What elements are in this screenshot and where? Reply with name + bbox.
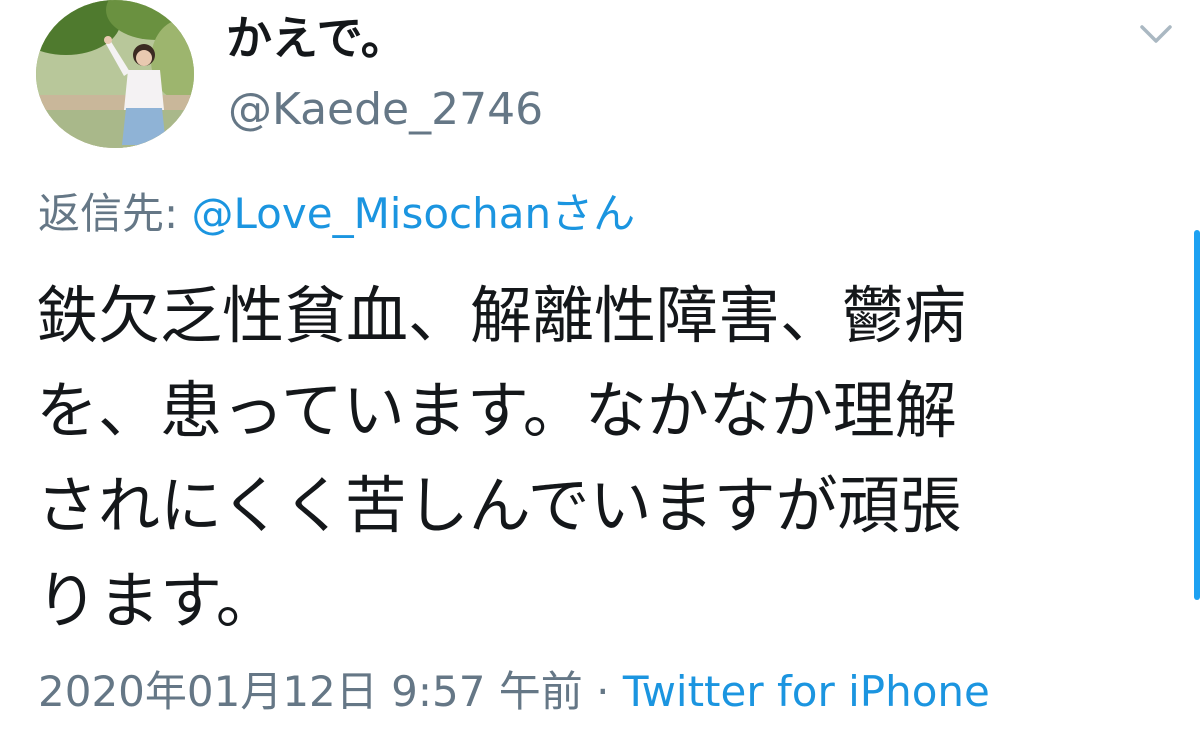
tweet-meta: 2020年01月12日 9:57 午前 · Twitter for iPhone: [38, 664, 990, 720]
avatar[interactable]: [36, 0, 194, 148]
tweet-text: 鉄欠乏性貧血、解離性障害、鬱病 を、患っています。なかなか理解 されにくく苦しん…: [36, 268, 1146, 648]
source-link[interactable]: Twitter for iPhone: [623, 667, 990, 716]
timestamp[interactable]: 2020年01月12日 9:57 午前: [38, 667, 583, 716]
tweet-card: かえで。 @Kaede_2746 返信先: @Love_Misochanさん 鉄…: [0, 0, 1200, 740]
meta-separator: ·: [582, 667, 623, 716]
tweet-text-line: 鉄欠乏性貧血、解離性障害、鬱病: [36, 279, 967, 352]
reply-prefix: 返信先:: [38, 189, 192, 238]
avatar-photo: [36, 0, 194, 148]
scrollbar[interactable]: [1194, 230, 1200, 600]
reply-context: 返信先: @Love_Misochanさん: [38, 186, 635, 242]
tweet-text-line: ります。: [36, 564, 278, 637]
display-name[interactable]: かえで。: [226, 10, 407, 66]
reply-to-link[interactable]: @Love_Misochanさん: [192, 189, 636, 238]
chevron-down-icon[interactable]: [1136, 18, 1176, 48]
tweet-text-line: されにくく苦しんでいますが頑張: [36, 469, 962, 542]
tweet-text-line: を、患っています。なかなか理解: [36, 374, 957, 447]
user-handle[interactable]: @Kaede_2746: [228, 82, 543, 138]
